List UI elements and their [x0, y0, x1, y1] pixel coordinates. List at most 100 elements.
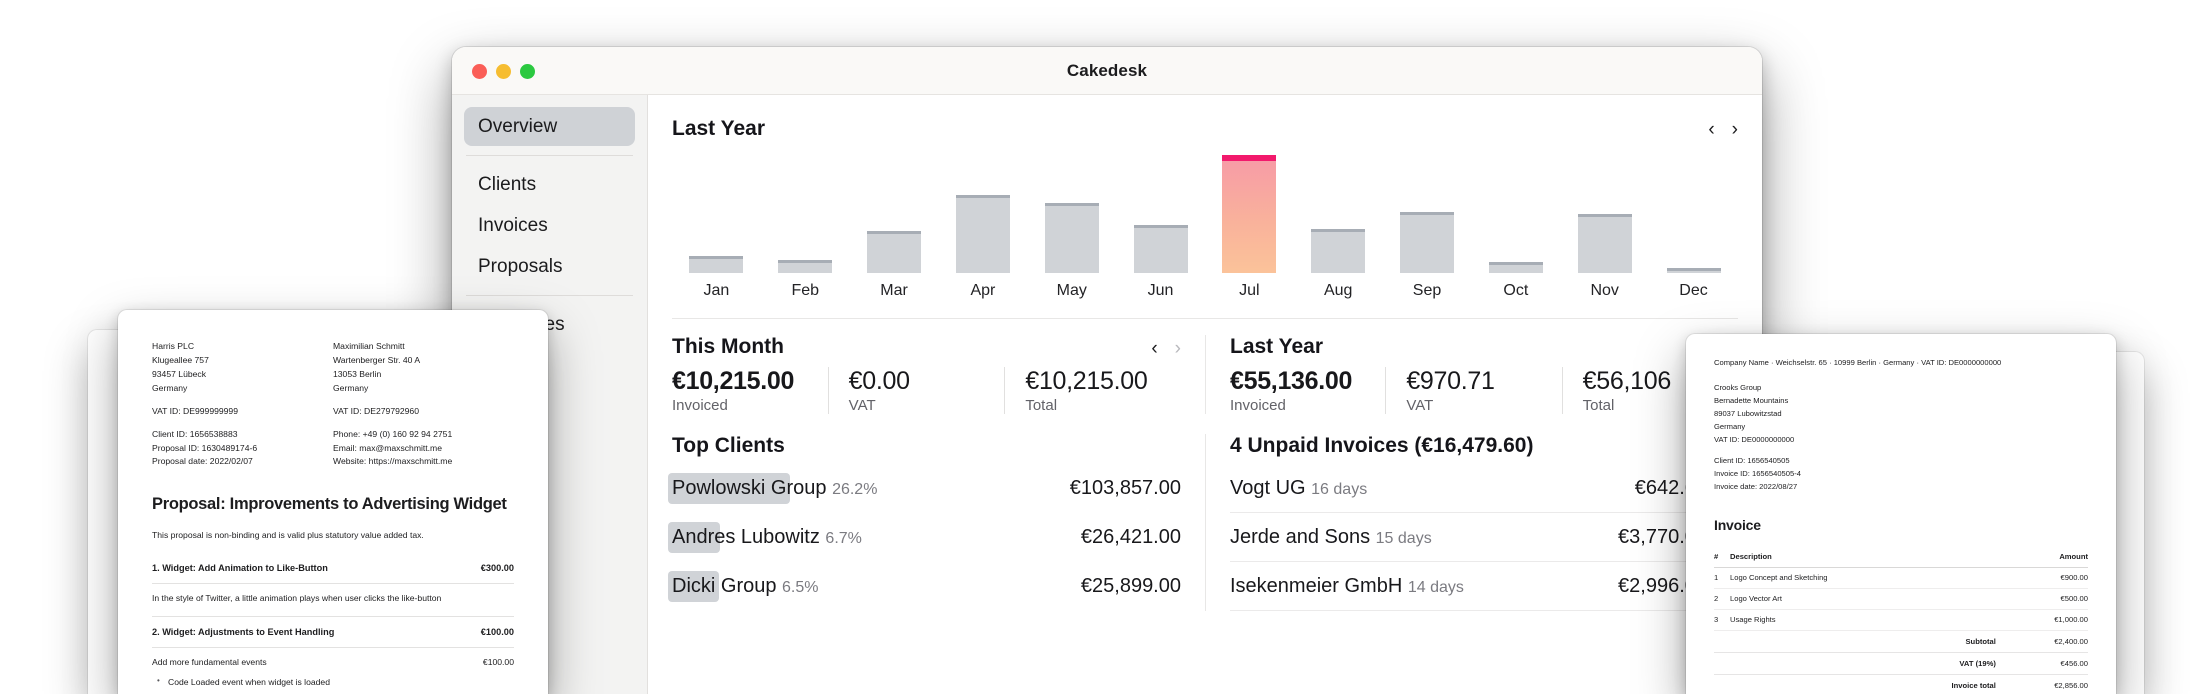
invoice-table-header-row: # Description Amount [1714, 547, 2088, 568]
line-number: 1 [1714, 567, 1730, 589]
total-spacer [1714, 630, 1730, 653]
bar-column[interactable] [1560, 155, 1649, 273]
top-client-row[interactable]: Powlowski Group 26.2% €103,857.00 [668, 464, 1181, 513]
bar-column[interactable] [850, 155, 939, 273]
stat-label: Invoiced [1230, 397, 1286, 414]
proposal-sender-address: Maximilian Schmitt Wartenberger Str. 40 … [333, 340, 514, 469]
bar-column[interactable] [1471, 155, 1560, 273]
window-title: Cakedesk [1066, 61, 1148, 80]
bar[interactable] [1311, 229, 1366, 273]
bar[interactable] [1488, 262, 1543, 273]
stat-invoiced: €10,215.00 Invoiced [672, 367, 828, 414]
unpaid-invoice-row[interactable]: Vogt UG 16 days €642.60 [1230, 464, 1738, 513]
bar-column[interactable] [1116, 155, 1205, 273]
bar[interactable] [867, 230, 922, 273]
proposal-intro: This proposal is non-binding and is vali… [152, 530, 424, 541]
invoice-total-row: Subtotal €2,400.00 [1714, 630, 2088, 653]
line-item-rule [152, 583, 514, 584]
bar[interactable] [1666, 268, 1721, 273]
invoice-age: 14 days [1407, 578, 1464, 596]
line-item-bullet: Code Loaded event when widget is loaded [157, 675, 514, 690]
line-item-description-row: In the style of Twitter, a little animat… [152, 592, 514, 606]
proposal-id: Proposal ID: 1630489174-6 [152, 442, 258, 453]
stat-value: €10,215.00 [1025, 367, 1148, 395]
stat-value: €55,136.00 [1230, 367, 1353, 395]
unpaid-invoice-row[interactable]: Jerde and Sons 15 days €3,770.00 [1230, 513, 1738, 562]
stat-value: €10,215.00 [672, 367, 795, 395]
lists-row: Top Clients Powlowski Group 26.2% €103,85… [648, 414, 1762, 611]
invoice-date: Invoice date: 2022/08/27 [1714, 482, 1798, 492]
client-vat-id: VAT ID: DE999999999 [152, 405, 238, 416]
month-label: Mar [880, 282, 908, 299]
month-label: Feb [791, 282, 820, 299]
last-year-panel: Last Year €55,136.00 Invoiced €970.71 VA… [1205, 335, 1762, 414]
bar-column[interactable] [1294, 155, 1383, 273]
invoice-document[interactable]: Company Name · Weichselstr. 65 · 10999 B… [1686, 334, 2116, 694]
stat-value: €970.71 [1406, 367, 1495, 395]
bar[interactable] [778, 260, 833, 273]
bar-column[interactable] [1205, 155, 1294, 273]
sender-vat-id: VAT ID: DE279792960 [333, 405, 419, 416]
invoice-client-name: Isekenmeier GmbH 14 days [1230, 574, 1464, 597]
sidebar-item-clients[interactable]: Clients [464, 165, 635, 204]
bar-column[interactable] [1649, 155, 1738, 273]
total-amount: €2,856.00 [1995, 674, 2088, 694]
chart-header: Last Year ‹ › [672, 117, 1738, 141]
chart-prev-arrow-icon[interactable]: ‹ [1708, 120, 1714, 139]
client-name: Dicki Group 6.5% [672, 575, 819, 597]
line-item-description: Add more fundamental events [152, 656, 267, 667]
top-clients-title: Top Clients [672, 434, 785, 457]
bar-column[interactable] [672, 155, 761, 273]
sender-phone: Phone: +49 (0) 160 92 94 2751 [333, 428, 453, 439]
sidebar-item-overview[interactable]: Overview [464, 107, 635, 146]
client-amount: €103,857.00 [1069, 477, 1181, 499]
total-label: Invoice total [1730, 674, 1996, 694]
chart-pager: ‹ › [1708, 117, 1738, 139]
total-amount: €456.00 [1995, 652, 2088, 675]
invoice-id: Invoice ID: 1656540505-4 [1714, 469, 1801, 479]
this-month-title: This Month [672, 335, 784, 358]
bar-column[interactable] [761, 155, 850, 273]
line-item-heading: 1. Widget: Add Animation to Like-Button [152, 563, 328, 574]
sidebar-item-label: Overview [478, 115, 558, 137]
this-month-next-arrow-icon[interactable]: › [1175, 339, 1181, 358]
this-month-prev-arrow-icon[interactable]: ‹ [1151, 339, 1157, 358]
sidebar-item-invoices[interactable]: Invoices [464, 206, 635, 245]
bar[interactable] [955, 195, 1010, 273]
bar-column[interactable] [1027, 155, 1116, 273]
recipient-city: 89037 Lubowitzstad [1714, 409, 1782, 419]
client-share-percent: 6.5% [782, 579, 819, 596]
invoice-letterhead: Company Name · Weichselstr. 65 · 10999 B… [1714, 358, 2002, 367]
invoice-age: 15 days [1375, 529, 1432, 547]
bar[interactable] [1133, 224, 1188, 273]
sidebar-item-proposals[interactable]: Proposals [464, 247, 635, 286]
recipient-country: Germany [1714, 422, 1746, 432]
bar-column[interactable] [938, 155, 1027, 273]
bar[interactable] [689, 256, 744, 273]
bar-column[interactable] [1383, 155, 1472, 273]
invoice-client-name: Vogt UG 16 days [1230, 476, 1368, 499]
stat-invoiced: €55,136.00 Invoiced [1230, 367, 1385, 414]
unpaid-invoices-list: Vogt UG 16 days €642.60 Jerde and Sons 15 … [1230, 464, 1738, 611]
line-description: Logo Vector Art [1730, 588, 1996, 610]
invoice-line-row: 3 Usage Rights €1,000.00 [1714, 609, 2088, 631]
bar[interactable] [1044, 203, 1099, 273]
column-header-number: # [1714, 547, 1730, 568]
stat-label: Total [1025, 397, 1058, 414]
chart-next-arrow-icon[interactable]: › [1732, 120, 1738, 139]
window-titlebar: Cakedesk [452, 47, 1762, 95]
section-divider [672, 318, 1738, 319]
window-body: Overview Clients Invoices Proposals Temp… [452, 95, 1762, 694]
top-client-row[interactable]: Dicki Group 6.5% €25,899.00 [668, 562, 1181, 611]
bar[interactable] [1400, 211, 1455, 273]
bar-highlighted[interactable] [1222, 155, 1277, 273]
top-client-row[interactable]: Andres Lubowitz 6.7% €26,421.00 [668, 513, 1181, 562]
line-number: 3 [1714, 609, 1730, 631]
bar[interactable] [1577, 214, 1632, 273]
client-street: Klugeallee 757 [152, 354, 209, 365]
month-label: Sep [1412, 282, 1442, 299]
proposal-document[interactable]: Harris PLC Klugeallee 757 93457 Lübeck G… [118, 310, 548, 694]
unpaid-invoice-row[interactable]: Isekenmeier GmbH 14 days €2,996.00 [1230, 562, 1738, 611]
